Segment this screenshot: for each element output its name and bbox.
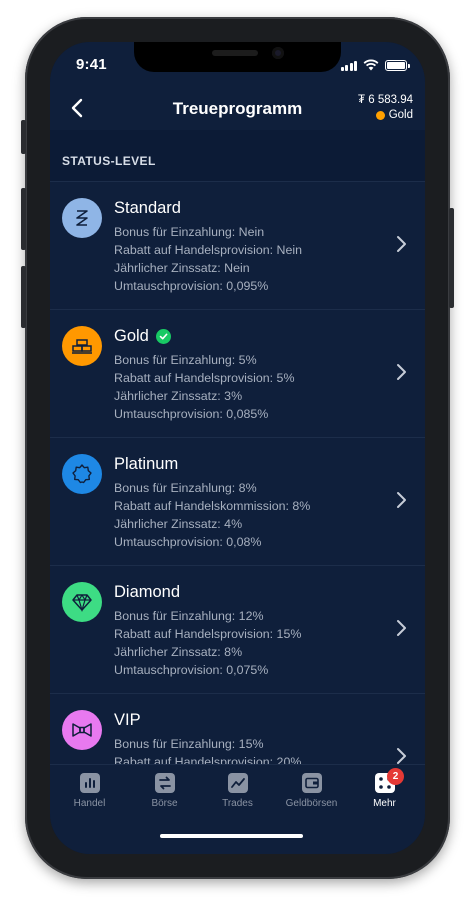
- benefit-line: Jährlicher Zinssatz: 4%: [114, 517, 243, 531]
- level-name: Diamond: [114, 583, 181, 601]
- benefit-line: Jährlicher Zinssatz: 3%: [114, 389, 243, 403]
- benefit-line: Bonus für Einzahlung: Nein: [114, 225, 265, 239]
- tab-trades[interactable]: Trades: [200, 773, 275, 809]
- benefit-line: Umtauschprovision: 0,095%: [114, 279, 269, 293]
- power-button: [449, 208, 454, 308]
- diamond-icon: [62, 582, 102, 622]
- benefit-line: Bonus für Einzahlung: 5%: [114, 353, 257, 367]
- benefit-line: Rabatt auf Handelsprovision: 5%: [114, 371, 295, 385]
- level-name: VIP: [114, 711, 141, 729]
- benefit-line: Umtauschprovision: 0,08%: [114, 535, 262, 549]
- platinum-badge-icon: [62, 454, 102, 494]
- bow-tie-icon: [62, 710, 102, 750]
- verified-check-icon: [155, 329, 171, 344]
- section-title: STATUS-LEVEL: [62, 154, 156, 168]
- tab-label: Geldbörsen: [285, 798, 338, 809]
- level-benefits: Bonus für Einzahlung: 12% Rabatt auf Han…: [114, 607, 301, 679]
- tab-boerse[interactable]: Börse: [127, 773, 202, 809]
- benefit-line: Bonus für Einzahlung: 8%: [114, 481, 257, 495]
- notch: [134, 42, 341, 72]
- tier-label: Gold: [388, 109, 413, 121]
- status-bar: 9:41: [50, 42, 425, 86]
- volume-down-button: [21, 266, 26, 328]
- nav-bar: Treueprogramm ₮ 6 583.94 Gold: [50, 86, 425, 130]
- level-row-standard[interactable]: Standard Bonus für Einzahlung: Nein Raba…: [50, 182, 425, 310]
- level-benefits: Bonus für Einzahlung: 15% Rabatt auf Han…: [114, 735, 301, 764]
- exchange-icon: [154, 773, 175, 793]
- level-name: Platinum: [114, 455, 179, 473]
- clock: 9:41: [76, 56, 107, 73]
- wallet-icon: [301, 773, 322, 793]
- chevron-right-icon: [397, 748, 406, 764]
- benefit-line: Rabatt auf Handelsprovision: 15%: [114, 627, 302, 641]
- notification-badge: 2: [387, 768, 404, 785]
- tab-handel[interactable]: Handel: [52, 773, 127, 809]
- chevron-right-icon: [397, 236, 406, 252]
- benefit-line: Rabatt auf Handelsprovision: Nein: [114, 243, 303, 257]
- tier-indicator: Gold: [375, 108, 413, 123]
- level-benefits: Bonus für Einzahlung: Nein Rabatt auf Ha…: [114, 223, 302, 295]
- status-level-list: Standard Bonus für Einzahlung: Nein Raba…: [50, 182, 425, 764]
- chevron-right-icon: [397, 492, 406, 508]
- volume-up-button: [21, 188, 26, 250]
- level-name: Gold: [114, 327, 171, 346]
- level-benefits: Bonus für Einzahlung: 8% Rabatt auf Hand…: [114, 479, 310, 551]
- trades-icon: [227, 773, 248, 793]
- benefit-line: Rabatt auf Handelskommission: 8%: [114, 499, 311, 513]
- section-header: STATUS-LEVEL: [50, 130, 425, 182]
- benefit-line: Jährlicher Zinssatz: 8%: [114, 645, 243, 659]
- level-row-platinum[interactable]: Platinum Bonus für Einzahlung: 8% Rabatt…: [50, 438, 425, 566]
- benefit-line: Umtauschprovision: 0,085%: [114, 407, 269, 421]
- home-indicator[interactable]: [160, 834, 303, 838]
- tab-geldboersen[interactable]: Geldbörsen: [274, 773, 349, 809]
- front-camera: [272, 47, 284, 59]
- speaker: [212, 50, 258, 56]
- battery-icon: [385, 59, 410, 71]
- lightning-icon: [62, 198, 102, 238]
- benefit-line: Bonus für Einzahlung: 15%: [114, 737, 264, 751]
- benefit-line: Bonus für Einzahlung: 12%: [114, 609, 264, 623]
- chart-icon: [79, 773, 100, 793]
- tab-label: Handel: [73, 798, 106, 809]
- chevron-right-icon: [397, 620, 406, 636]
- chevron-right-icon: [397, 364, 406, 380]
- level-name: Standard: [114, 199, 181, 217]
- benefit-line: Umtauschprovision: 0,075%: [114, 663, 269, 677]
- level-row-gold[interactable]: Gold Bonus für Einzahlung: 5% Rabatt auf…: [50, 310, 425, 438]
- balance-amount: ₮ 6 583.94: [358, 94, 413, 106]
- level-row-diamond[interactable]: Diamond Bonus für Einzahlung: 12% Rabatt…: [50, 566, 425, 694]
- tab-mehr[interactable]: Mehr: [347, 773, 422, 809]
- benefit-line: Jährlicher Zinssatz: Nein: [114, 261, 250, 275]
- tab-label: Börse: [151, 798, 178, 809]
- signal-icon: [340, 60, 357, 71]
- status-icons: [340, 59, 410, 71]
- wifi-icon: [363, 59, 379, 71]
- screen: 9:41 Treueprogramm ₮ 6 583.94 Gold STATU…: [50, 42, 425, 854]
- level-benefits: Bonus für Einzahlung: 5% Rabatt auf Hand…: [114, 351, 294, 423]
- tab-bar: Handel Börse Trades Geldbörsen Mehr 2: [50, 764, 425, 854]
- tab-label: Mehr: [373, 798, 396, 809]
- level-row-vip[interactable]: VIP Bonus für Einzahlung: 15% Rabatt auf…: [50, 694, 425, 764]
- tier-dot-icon: [375, 111, 385, 120]
- balance-summary[interactable]: ₮ 6 583.94 Gold: [358, 93, 413, 125]
- benefit-line: Rabatt auf Handelsprovision: 20%: [114, 755, 302, 764]
- mute-switch: [21, 120, 26, 154]
- tab-label: Trades: [222, 798, 253, 809]
- gold-bars-icon: [62, 326, 102, 366]
